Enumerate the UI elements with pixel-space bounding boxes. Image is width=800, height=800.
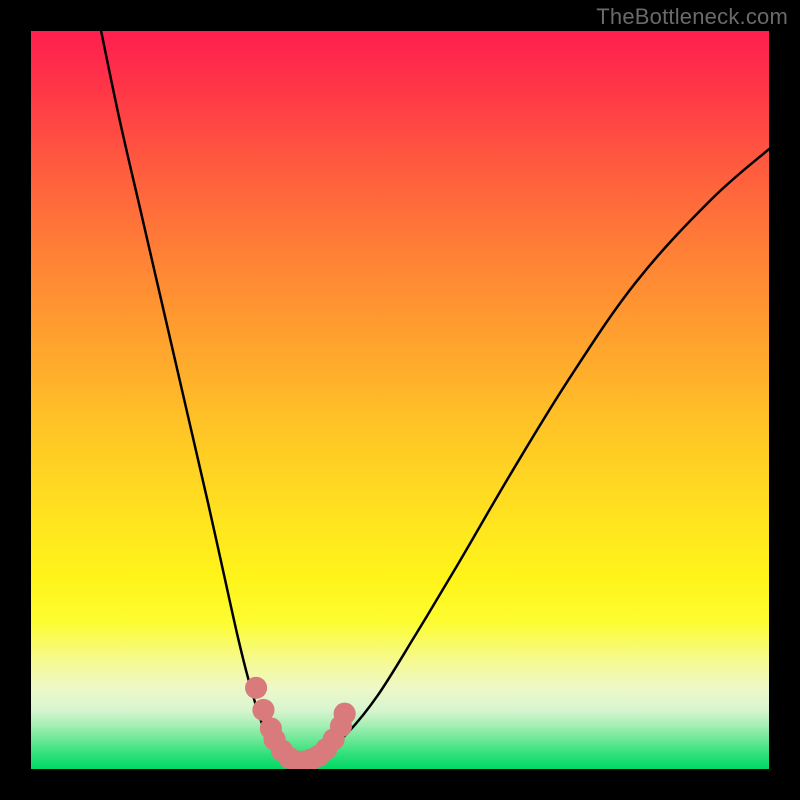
chart-svg [31,31,769,769]
curve-path [101,31,769,763]
optimum-marker [334,703,356,725]
optimum-markers [245,677,356,769]
plot-area [31,31,769,769]
chart-frame: TheBottleneck.com [0,0,800,800]
watermark-text: TheBottleneck.com [596,4,788,30]
optimum-marker [245,677,267,699]
bottleneck-curve [101,31,769,763]
